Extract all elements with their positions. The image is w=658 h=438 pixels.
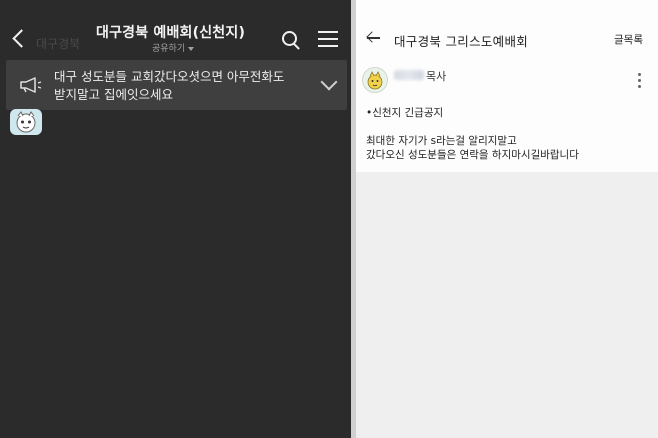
share-link[interactable]: 공유하기 [152,41,195,54]
more-vertical-icon[interactable] [637,73,641,89]
ghost-title-text: 대구경북 [36,37,81,51]
post-card: 대구경북 그리스도예배회 글목록 목사 •신천지 긴급공지 최대한 자기가 s라… [356,0,658,172]
post-author: 목사 [426,70,447,83]
blurred-author-name [394,70,424,80]
post-panel: 대구경북 그리스도예배회 글목록 목사 •신천지 긴급공지 최대한 자기가 s라… [356,0,658,438]
chatroom-title: 대구경북 예배회(신천지) [96,25,246,41]
post-body: 최대한 자기가 s라는걸 알리지말고 갔다오신 성도분들은 연락을 하지마시길바… [366,134,579,162]
megaphone-icon [20,77,42,93]
caret-down-icon [188,46,195,51]
back-icon[interactable] [10,28,28,50]
notice-text: 대구 성도분들 교회갔다오셧으면 아무전화도 받지말고 집에잇으세요 [54,68,304,104]
notice-line-2: 받지말고 집에잇으세요 [54,87,173,102]
menu-icon[interactable] [318,31,338,49]
notice-banner[interactable]: 대구 성도분들 교회갔다오셧으면 아무전화도 받지말고 집에잇으세요 [6,60,347,110]
profile-avatar[interactable] [10,109,42,135]
board-title: 대구경북 그리스도예배회 [394,34,529,49]
post-body-line-1: 최대한 자기가 s라는걸 알리지말고 [366,135,517,147]
back-arrow-icon[interactable] [366,31,382,45]
chevron-down-icon[interactable] [320,73,338,91]
search-icon[interactable] [281,30,301,50]
chatroom-panel: 대구경북 대구경북 예배회(신천지) 공유하기 대구 성도분들 교회갔다오셧으면… [0,0,351,438]
post-list-link[interactable]: 글목록 [614,32,643,47]
post-tag: •신천지 긴급공지 [366,107,444,119]
post-body-line-2: 갔다오신 성도분들은 연락을 하지마시길바랍니다 [366,149,579,161]
share-label: 공유하기 [152,44,186,54]
author-avatar[interactable] [362,67,388,93]
notice-line-1: 대구 성도분들 교회갔다오셧으면 아무전화도 [54,69,285,84]
